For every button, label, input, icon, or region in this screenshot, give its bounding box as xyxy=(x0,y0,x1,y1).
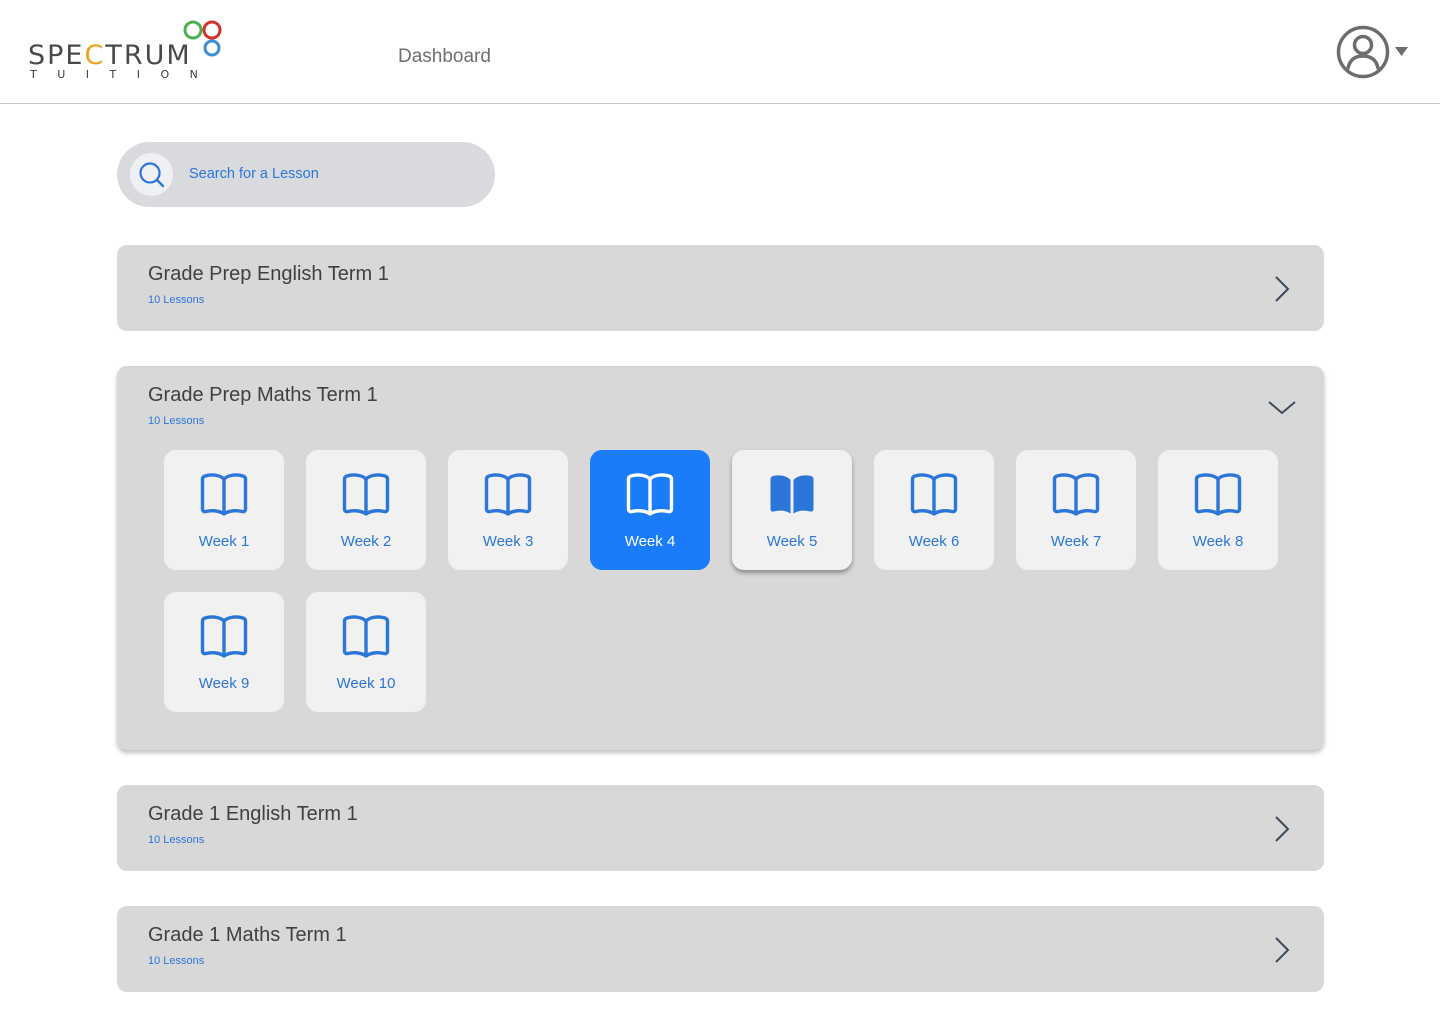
week-tile-1[interactable]: Week 1 xyxy=(164,450,284,570)
week-label: Week 7 xyxy=(1050,533,1102,550)
course-card-grade-prep-english[interactable]: Grade Prep English Term 1 10 Lessons xyxy=(117,245,1324,331)
week-label: Week 2 xyxy=(340,533,392,550)
book-open-icon xyxy=(1052,473,1100,516)
logo-subtitle: TUITION xyxy=(30,68,219,81)
book-open-filled-icon xyxy=(770,475,814,514)
lesson-count: 10 Lessons xyxy=(148,294,205,306)
lesson-count: 10 Lessons xyxy=(148,955,205,967)
week-tile-8[interactable]: Week 8 xyxy=(1158,450,1278,570)
week-tile-5[interactable]: Week 5 xyxy=(732,450,852,570)
chevron-down-icon[interactable] xyxy=(1267,398,1297,416)
week-tile-4[interactable]: Week 4 xyxy=(590,450,710,570)
week-tile-2[interactable]: Week 2 xyxy=(306,450,426,570)
book-open-icon xyxy=(1194,473,1242,516)
week-tile-10[interactable]: Week 10 xyxy=(306,592,426,712)
course-title: Grade Prep Maths Term 1 xyxy=(148,384,378,406)
book-open-icon xyxy=(200,615,248,658)
week-tile-6[interactable]: Week 6 xyxy=(874,450,994,570)
course-title: Grade Prep English Term 1 xyxy=(148,263,389,285)
user-circle-icon[interactable] xyxy=(1336,25,1390,79)
lesson-search-bar[interactable] xyxy=(117,142,495,207)
week-label: Week 9 xyxy=(198,675,250,692)
week-label: Week 6 xyxy=(908,533,960,550)
lesson-count: 10 Lessons xyxy=(148,834,205,846)
chevron-right-icon[interactable] xyxy=(1272,815,1292,843)
week-tile-9[interactable]: Week 9 xyxy=(164,592,284,712)
nav-dashboard-link[interactable]: Dashboard xyxy=(398,46,491,68)
logo-wordmark: SPECTRUM xyxy=(28,40,192,71)
week-label: Week 8 xyxy=(1192,533,1244,550)
course-title: Grade 1 English Term 1 xyxy=(148,803,358,825)
book-open-icon xyxy=(342,615,390,658)
search-icon xyxy=(139,162,165,188)
week-label: Week 10 xyxy=(336,675,396,692)
chevron-right-icon[interactable] xyxy=(1272,275,1292,303)
book-open-icon xyxy=(484,473,532,516)
week-label: Week 4 xyxy=(624,533,676,550)
search-input[interactable] xyxy=(189,162,469,186)
course-card-grade-1-english[interactable]: Grade 1 English Term 1 10 Lessons xyxy=(117,785,1324,871)
top-header: SPECTRUM TUITION Dashboard xyxy=(0,0,1440,104)
caret-down-icon[interactable] xyxy=(1395,47,1408,57)
course-card-grade-1-maths[interactable]: Grade 1 Maths Term 1 10 Lessons xyxy=(117,906,1324,992)
course-title: Grade 1 Maths Term 1 xyxy=(148,924,347,946)
lesson-count: 10 Lessons xyxy=(148,415,205,427)
week-label: Week 5 xyxy=(766,533,818,550)
week-label: Week 3 xyxy=(482,533,534,550)
week-tile-3[interactable]: Week 3 xyxy=(448,450,568,570)
week-tile-7[interactable]: Week 7 xyxy=(1016,450,1136,570)
book-open-icon xyxy=(626,473,674,516)
spectrum-tuition-logo[interactable]: SPECTRUM TUITION xyxy=(28,18,228,88)
course-card-grade-prep-maths[interactable]: Grade Prep Maths Term 1 10 Lessons Week … xyxy=(117,366,1324,750)
book-open-icon xyxy=(342,473,390,516)
book-open-icon xyxy=(910,473,958,516)
chevron-right-icon[interactable] xyxy=(1272,936,1292,964)
week-label: Week 1 xyxy=(198,533,250,550)
search-button[interactable] xyxy=(130,153,173,196)
book-open-icon xyxy=(200,473,248,516)
